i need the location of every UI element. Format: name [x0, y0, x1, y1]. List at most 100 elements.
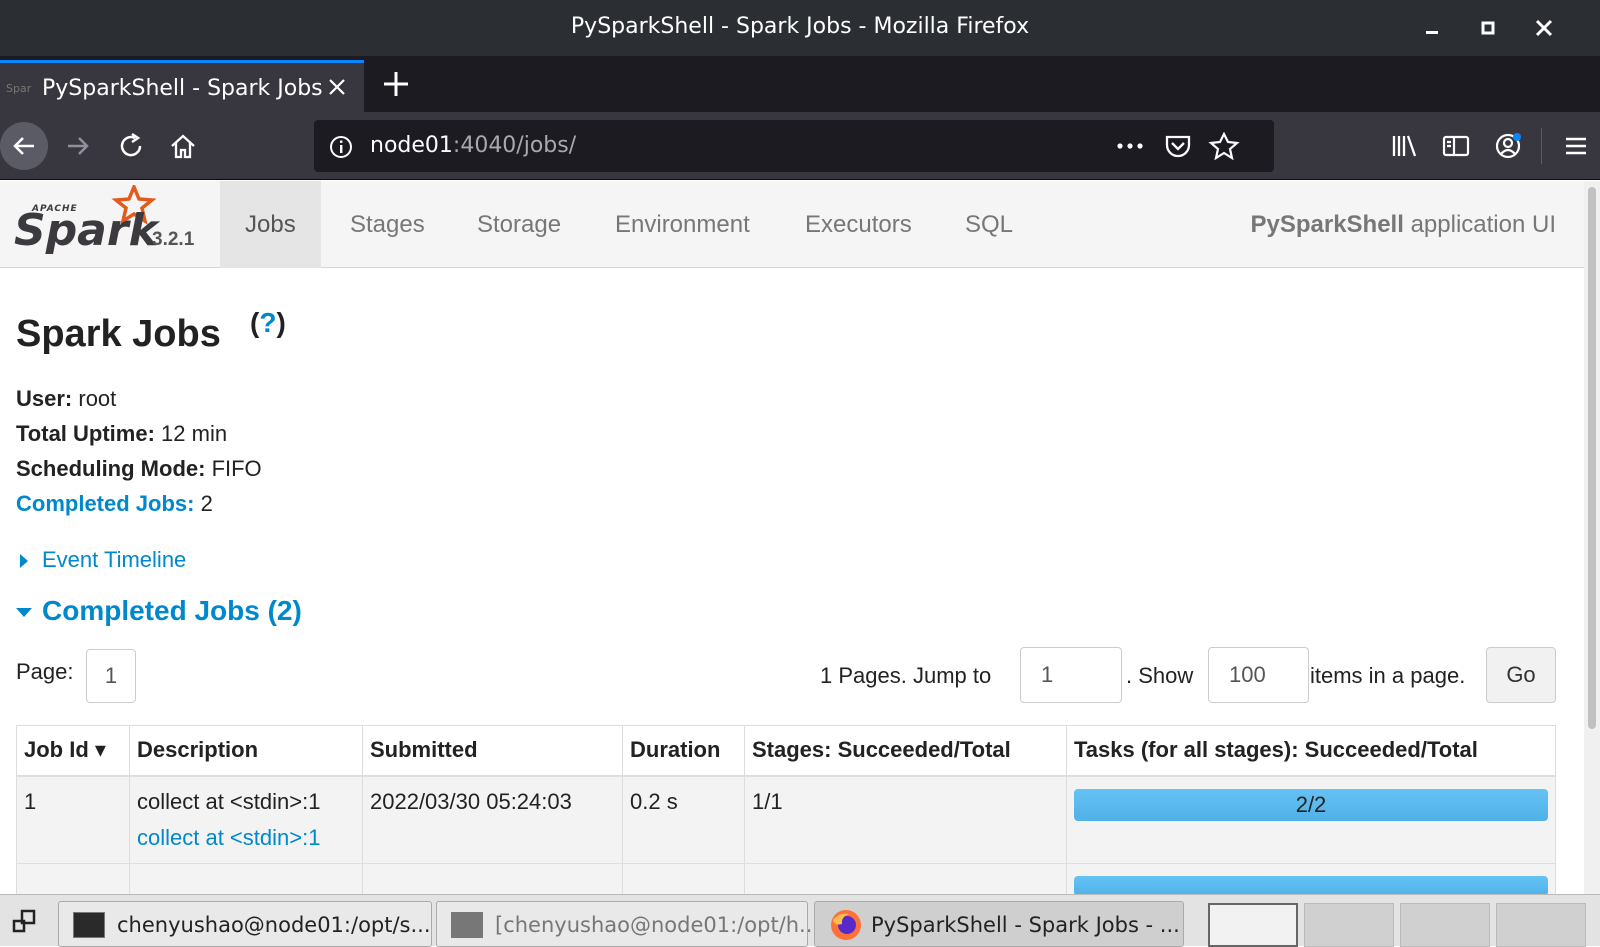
user-value: root — [72, 386, 117, 411]
taskbar-item-terminal-1[interactable]: chenyushao@node01:/opt/s... — [58, 901, 432, 947]
user-info: User: root — [16, 386, 116, 412]
page-title: Spark Jobs — [16, 313, 221, 355]
forward-button[interactable] — [54, 122, 102, 170]
reload-button[interactable] — [107, 122, 155, 170]
sidebar-button[interactable] — [1432, 122, 1480, 170]
table-row — [16, 862, 1556, 894]
current-page-button[interactable]: 1 — [86, 649, 136, 703]
page-actions-icon[interactable] — [1114, 132, 1146, 160]
window-title: PySparkShell - Spark Jobs - Mozilla Fire… — [570, 14, 1030, 39]
workspace-4[interactable] — [1496, 903, 1586, 947]
cell-duration: 0.2 s — [622, 775, 745, 864]
cell-stages: 1/1 — [744, 775, 1067, 864]
menu-button[interactable] — [1552, 122, 1600, 170]
tab-stages[interactable]: Stages — [325, 181, 450, 268]
help-paren-close: ) — [276, 307, 286, 338]
workspace-3[interactable] — [1400, 903, 1490, 947]
cell-submitted — [362, 862, 623, 894]
home-button[interactable] — [159, 122, 207, 170]
cell-tasks: 2/2 — [1066, 775, 1556, 864]
page-size-input[interactable]: 100 — [1208, 647, 1309, 703]
account-icon — [1495, 133, 1521, 159]
url-text: node01:4040/jobs/ — [370, 133, 576, 158]
items-per-page-label: items in a page. — [1310, 663, 1466, 688]
completed-jobs-heading[interactable]: Completed Jobs (2) — [16, 595, 302, 627]
svg-text:Spark: Spark — [14, 205, 161, 255]
cell-job-id — [16, 862, 130, 894]
taskbar-item-firefox[interactable]: PySparkShell - Spark Jobs - ... — [814, 901, 1184, 947]
workspace-1[interactable] — [1208, 903, 1298, 947]
firefox-icon — [831, 910, 861, 940]
event-timeline-toggle[interactable]: Event Timeline — [20, 547, 186, 573]
spark-logo[interactable]: APACHE Spark — [12, 182, 212, 263]
header-job-id[interactable]: Job Id ▾ — [16, 725, 130, 777]
show-desktop-icon[interactable] — [10, 907, 38, 935]
site-info-icon[interactable] — [328, 134, 354, 160]
job-description-link[interactable]: collect at <stdin>:1 — [137, 825, 355, 851]
url-path: :4040/jobs/ — [452, 133, 577, 158]
hamburger-menu-icon — [1566, 137, 1586, 155]
scheduling-info: Scheduling Mode: FIFO — [16, 456, 262, 482]
browser-tab[interactable]: Spark PySparkShell - Spark Jobs — [0, 60, 364, 112]
completed-jobs-info: Completed Jobs: 2 — [16, 491, 213, 517]
url-bar[interactable]: node01:4040/jobs/ — [314, 120, 1274, 172]
completed-jobs-link[interactable]: Completed Jobs: — [16, 491, 194, 516]
page-label: Page: — [16, 659, 74, 684]
back-arrow-icon — [13, 137, 34, 155]
taskbar-item-label: PySparkShell - Spark Jobs - ... — [871, 913, 1180, 937]
go-button[interactable]: Go — [1486, 647, 1556, 703]
header-submitted[interactable]: Submitted — [362, 725, 623, 777]
tab-sql[interactable]: SQL — [940, 181, 1038, 268]
user-label: User: — [16, 386, 73, 411]
pocket-icon[interactable] — [1162, 132, 1194, 160]
app-name: PySparkShell — [1250, 211, 1404, 238]
minimize-icon — [1426, 31, 1438, 34]
uptime-value: 12 min — [154, 421, 228, 446]
minimize-button[interactable] — [1414, 10, 1450, 46]
jump-to-page-input[interactable]: 1 — [1020, 647, 1122, 703]
cell-tasks — [1066, 862, 1556, 894]
page-content: APACHE Spark 3.2.1 Jobs Stages Storage E… — [0, 181, 1584, 894]
toolbar-separator — [1541, 128, 1542, 164]
bookmark-star-icon[interactable] — [1208, 132, 1240, 160]
page-scrollbar[interactable] — [1584, 181, 1600, 894]
tab-jobs[interactable]: Jobs — [220, 181, 321, 268]
header-duration[interactable]: Duration — [622, 725, 745, 777]
window-titlebar: PySparkShell - Spark Jobs - Mozilla Fire… — [0, 0, 1600, 56]
close-tab-icon[interactable] — [322, 72, 352, 102]
cell-description — [129, 862, 363, 894]
table-row: 1 collect at <stdin>:1 collect at <stdin… — [16, 775, 1556, 864]
maximize-icon — [1481, 21, 1495, 35]
spark-navbar: APACHE Spark 3.2.1 Jobs Stages Storage E… — [0, 181, 1584, 268]
help-link[interactable]: (?) — [250, 307, 286, 339]
completed-jobs-count: 2 — [194, 491, 213, 516]
close-window-button[interactable] — [1526, 10, 1562, 46]
maximize-button[interactable] — [1470, 10, 1506, 46]
tab-executors[interactable]: Executors — [780, 181, 937, 268]
back-button[interactable] — [0, 122, 48, 170]
new-tab-icon[interactable] — [378, 66, 414, 102]
tab-storage[interactable]: Storage — [452, 181, 586, 268]
caret-down-icon — [16, 608, 32, 618]
library-button[interactable] — [1380, 122, 1428, 170]
header-description[interactable]: Description — [129, 725, 363, 777]
help-question-icon[interactable]: ? — [259, 307, 276, 338]
scrollbar-thumb[interactable] — [1588, 187, 1596, 729]
scheduling-label: Scheduling Mode: — [16, 456, 206, 481]
spark-star-logo-icon: APACHE Spark — [14, 182, 161, 256]
header-tasks[interactable]: Tasks (for all stages): Succeeded/Total — [1066, 725, 1556, 777]
caret-right-icon — [20, 554, 28, 569]
header-stages[interactable]: Stages: Succeeded/Total — [744, 725, 1067, 777]
url-host: node01 — [370, 133, 453, 158]
reload-icon — [120, 132, 142, 157]
home-icon — [171, 134, 195, 159]
navigation-toolbar: node01:4040/jobs/ — [0, 112, 1600, 180]
cell-job-id: 1 — [16, 775, 130, 864]
workspace-2[interactable] — [1304, 903, 1394, 947]
tab-environment[interactable]: Environment — [590, 181, 775, 268]
account-button[interactable] — [1484, 122, 1532, 170]
completed-jobs-table: Job Id ▾ Description Submitted Duration … — [16, 725, 1556, 894]
taskbar-item-terminal-2[interactable]: [chenyushao@node01:/opt/h... — [436, 901, 819, 947]
tab-strip: Spark PySparkShell - Spark Jobs — [0, 56, 1600, 112]
table-header-row: Job Id ▾ Description Submitted Duration … — [16, 725, 1556, 777]
